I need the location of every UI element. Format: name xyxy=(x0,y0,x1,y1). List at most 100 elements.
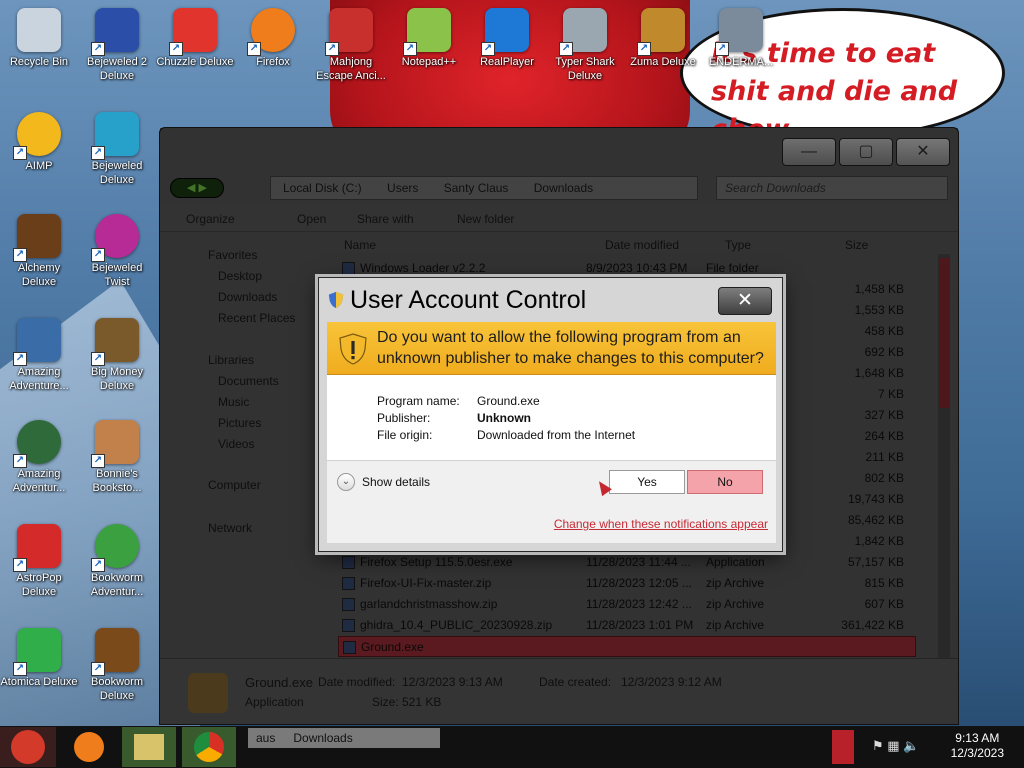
file-row[interactable]: Ground.exe xyxy=(338,636,916,657)
uac-close-button[interactable]: ✕ xyxy=(718,287,772,315)
desktop-icon-bookworm-adventures[interactable]: ↗ Bookworm Adventur... xyxy=(78,524,156,599)
desktop-icon-enderman[interactable]: ↗ ENDERMA... xyxy=(702,8,780,69)
desktop-icon-atomica[interactable]: ↗ Atomica Deluxe xyxy=(0,628,78,689)
nav-music[interactable]: Music xyxy=(218,395,249,409)
tray-network-icon[interactable]: ▦ xyxy=(887,738,899,753)
nav-computer[interactable]: Computer xyxy=(208,478,261,492)
task-label-2: Downloads xyxy=(293,731,353,745)
realplayer-icon: ↗ xyxy=(481,8,529,56)
details-created-label: Date created: xyxy=(539,675,612,689)
system-tray[interactable]: ⚑ ▦ 🔈 xyxy=(872,738,919,754)
desktop-icon-alchemy[interactable]: ↗ Alchemy Deluxe xyxy=(0,214,78,289)
organize-button[interactable]: Organize xyxy=(186,206,235,232)
taskbar-firefox[interactable] xyxy=(62,727,116,767)
col-size[interactable]: Size xyxy=(845,238,868,252)
desktop-icon-chuzzle[interactable]: ↗ Chuzzle Deluxe xyxy=(156,8,234,69)
desktop-icon-aimp[interactable]: ↗ AIMP xyxy=(0,112,78,173)
file-size: 327 KB xyxy=(864,408,904,422)
navigation-pane: Favorites Desktop Downloads Recent Place… xyxy=(160,234,330,664)
chrome-icon xyxy=(194,732,224,762)
notification-area-flag[interactable] xyxy=(832,730,854,764)
details-size-value: 521 KB xyxy=(402,695,442,709)
maximize-button[interactable]: ▢ xyxy=(839,138,893,166)
alchemy-icon: ↗ xyxy=(13,214,61,262)
yes-button[interactable]: Yes xyxy=(609,470,685,494)
typer-shark-icon: ↗ xyxy=(559,8,607,56)
breadcrumb[interactable]: Local Disk (C:) Users Santy Claus Downlo… xyxy=(270,176,698,200)
breadcrumb-item[interactable]: Santy Claus xyxy=(444,181,509,195)
file-name: Firefox Setup 115.5.0esr.exe xyxy=(360,555,513,569)
file-name: Ground.exe xyxy=(361,640,424,654)
bookworm-deluxe-icon: ↗ xyxy=(91,628,139,676)
start-button[interactable] xyxy=(0,727,56,767)
bejeweled-twist-icon: ↗ xyxy=(91,214,139,262)
tray-flag-icon[interactable]: ⚑ xyxy=(872,738,884,753)
uac-title: User Account Control xyxy=(350,286,587,314)
nav-recent-places[interactable]: Recent Places xyxy=(218,311,295,325)
file-size: 802 KB xyxy=(864,471,904,485)
nav-libraries[interactable]: Libraries xyxy=(208,353,254,367)
desktop-icon-mahjong[interactable]: ↗ Mahjong Escape Anci... xyxy=(312,8,390,83)
back-forward-buttons[interactable]: ◀ ▶ xyxy=(170,178,224,198)
breadcrumb-item[interactable]: Downloads xyxy=(534,181,593,195)
volume-icon[interactable]: 🔈 xyxy=(903,738,919,753)
search-input[interactable]: Search Downloads xyxy=(716,176,948,200)
atomica-icon: ↗ xyxy=(13,628,61,676)
new-folder-button[interactable]: New folder xyxy=(457,206,514,232)
nav-pictures[interactable]: Pictures xyxy=(218,416,261,430)
uac-dialog: User Account Control ✕ Do you want to al… xyxy=(318,277,783,552)
close-button[interactable]: ✕ xyxy=(896,138,950,166)
file-type: zip Archive xyxy=(706,576,765,590)
file-type: zip Archive xyxy=(706,618,765,632)
file-row[interactable]: Firefox Setup 115.5.0esr.exe 11/28/2023 1… xyxy=(338,552,916,573)
open-button[interactable]: Open xyxy=(297,206,326,232)
start-orb-icon xyxy=(11,730,45,764)
nav-downloads[interactable]: Downloads xyxy=(218,290,277,304)
col-type[interactable]: Type xyxy=(725,238,751,252)
desktop-icon-bejeweled[interactable]: ↗ Bejeweled Deluxe xyxy=(78,112,156,187)
nav-desktop[interactable]: Desktop xyxy=(218,269,262,283)
desktop-icon-typer-shark[interactable]: ↗ Typer Shark Deluxe xyxy=(546,8,624,83)
amazing-adventure-icon: ↗ xyxy=(13,318,61,366)
desktop-icon-firefox[interactable]: ↗ Firefox xyxy=(234,8,312,69)
desktop-icon-astropop[interactable]: ↗ AstroPop Deluxe xyxy=(0,524,78,599)
nav-videos[interactable]: Videos xyxy=(218,437,254,451)
breadcrumb-item[interactable]: Local Disk (C:) xyxy=(283,181,362,195)
uac-title-bar: User Account Control xyxy=(327,284,586,316)
uac-question: Do you want to allow the following progr… xyxy=(377,329,764,367)
desktop-icon-recycle-bin[interactable]: Recycle Bin xyxy=(0,8,78,69)
file-row[interactable]: ghidra_10.4_PUBLIC_20230928.zip 11/28/202… xyxy=(338,615,916,636)
desktop-icon-bejeweled-2[interactable]: ↗ Bejeweled 2 Deluxe xyxy=(78,8,156,83)
desktop-icon-bookworm-deluxe[interactable]: ↗ Bookworm Deluxe xyxy=(78,628,156,703)
desktop-icon-realplayer[interactable]: ↗ RealPlayer xyxy=(468,8,546,69)
file-row[interactable]: Windows Loader v2.2.2 8/9/2023 10:43 PM Fi… xyxy=(338,258,916,279)
desktop-icon-amazing-adventure-1[interactable]: ↗ Amazing Adventure... xyxy=(0,318,78,393)
show-details-toggle[interactable]: ⌄ Show details xyxy=(337,473,430,491)
scrollbar[interactable] xyxy=(938,254,950,668)
file-row[interactable]: garlandchristmasshow.zip 11/28/2023 12:42… xyxy=(338,594,916,615)
details-filename: Ground.exe xyxy=(245,675,313,690)
nav-network[interactable]: Network xyxy=(208,521,252,535)
breadcrumb-item[interactable]: Users xyxy=(387,181,418,195)
taskbar-active-window[interactable]: aus Downloads xyxy=(248,728,440,748)
file-icon xyxy=(342,556,355,569)
col-name[interactable]: Name xyxy=(344,238,376,252)
nav-favorites[interactable]: Favorites xyxy=(208,248,257,262)
share-with-button[interactable]: Share with xyxy=(357,206,414,232)
desktop-icon-bonnies-bookstore[interactable]: ↗ Bonnie's Booksto... xyxy=(78,420,156,495)
minimize-button[interactable]: — xyxy=(782,138,836,166)
taskbar-explorer[interactable] xyxy=(122,727,176,767)
clock[interactable]: 9:13 AM 12/3/2023 xyxy=(951,731,1004,761)
warning-shield-icon xyxy=(339,333,367,365)
col-date[interactable]: Date modified xyxy=(605,238,679,252)
no-button[interactable]: No xyxy=(687,470,763,494)
change-notifications-link[interactable]: Change when these notifications appear xyxy=(554,517,768,531)
desktop-icon-big-money[interactable]: ↗ Big Money Deluxe xyxy=(78,318,156,393)
desktop-icon-amazing-adventure-2[interactable]: ↗ Amazing Adventur... xyxy=(0,420,78,495)
file-row[interactable]: Firefox-UI-Fix-master.zip 11/28/2023 12:0… xyxy=(338,573,916,594)
desktop-icon-zuma[interactable]: ↗ Zuma Deluxe xyxy=(624,8,702,69)
desktop-icon-bejeweled-twist[interactable]: ↗ Bejeweled Twist xyxy=(78,214,156,289)
desktop-icon-notepadpp[interactable]: ↗ Notepad++ xyxy=(390,8,468,69)
nav-documents[interactable]: Documents xyxy=(218,374,279,388)
taskbar-chrome[interactable] xyxy=(182,727,236,767)
